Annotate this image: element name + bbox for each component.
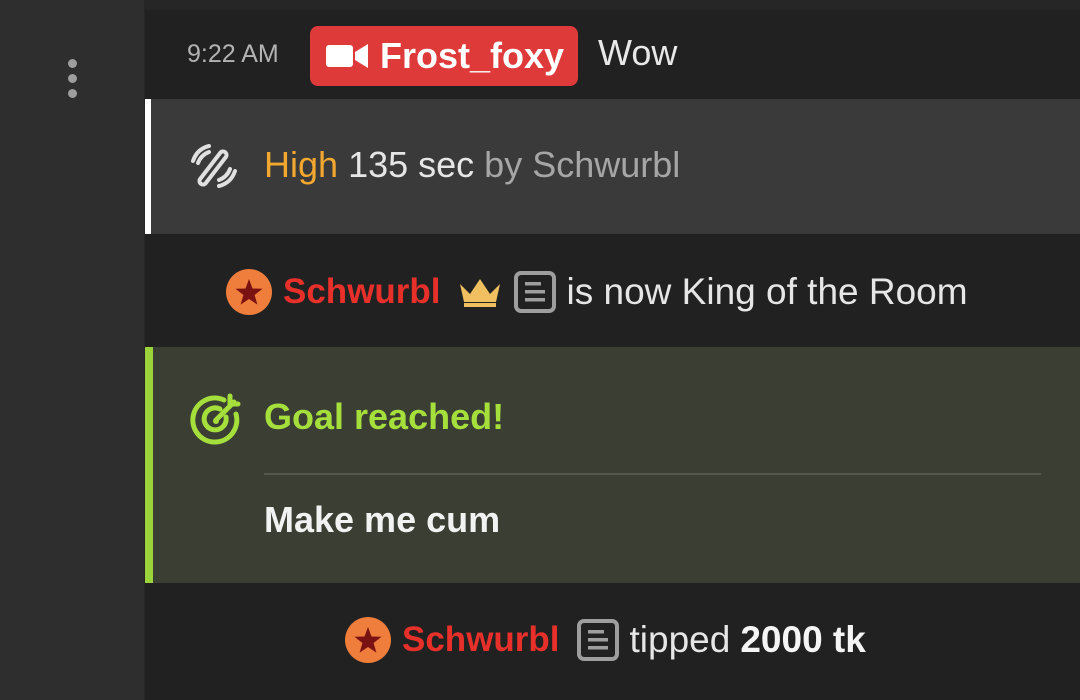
previous-message-edge [145,0,1080,10]
chat-message: 9:22 AM Frost_foxy Wow [145,10,1080,99]
crown-icon [459,279,500,307]
message-timestamp: 9:22 AM [187,40,279,68]
king-event-line: Schwurbl is now King of the Room [225,268,968,316]
vibration-by-user[interactable]: Schwurbl [532,144,680,185]
left-rail [0,0,145,700]
vibration-text: High 135 sec by Schwurbl [264,144,680,186]
target-icon [190,393,241,445]
star-badge-icon [226,269,272,315]
vibration-level: High [264,144,339,185]
tip-event-line: Schwurbl tipped 2000 tk [344,616,866,664]
tip-text: tipped [629,619,731,660]
goal-title: Goal reached! [264,396,505,437]
goal-description: Make me cum [264,499,501,540]
more-vertical-icon[interactable] [58,50,86,106]
king-username[interactable]: Schwurbl [283,272,441,312]
king-event: Schwurbl is now King of the Room [145,235,1080,346]
tip-username[interactable]: Schwurbl [402,620,560,660]
vibration-duration: 135 sec [348,144,475,185]
video-camera-icon [326,44,368,68]
vibration-icon [191,144,237,188]
chat-panel: 9:22 AM Frost_foxy Wow High 135 sec by S… [145,0,1080,700]
tip-amount: 2000 tk [740,619,866,660]
vibration-event: High 135 sec by Schwurbl [145,99,1080,234]
tip-event: Schwurbl tipped 2000 tk [145,584,1080,700]
goal-event: Goal reached! Make me cum [145,347,1080,583]
app-window: 9:22 AM Frost_foxy Wow High 135 sec by S… [0,0,1080,700]
goal-divider [264,473,1041,475]
star-badge-icon [345,617,391,663]
vibration-by-label: by [484,144,523,185]
message-text: Wow [598,32,678,73]
note-icon[interactable] [513,270,557,314]
king-text: is now King of the Room [566,271,968,312]
username-badge[interactable]: Frost_foxy [310,26,579,86]
username: Frost_foxy [380,35,565,76]
note-icon[interactable] [576,618,620,662]
